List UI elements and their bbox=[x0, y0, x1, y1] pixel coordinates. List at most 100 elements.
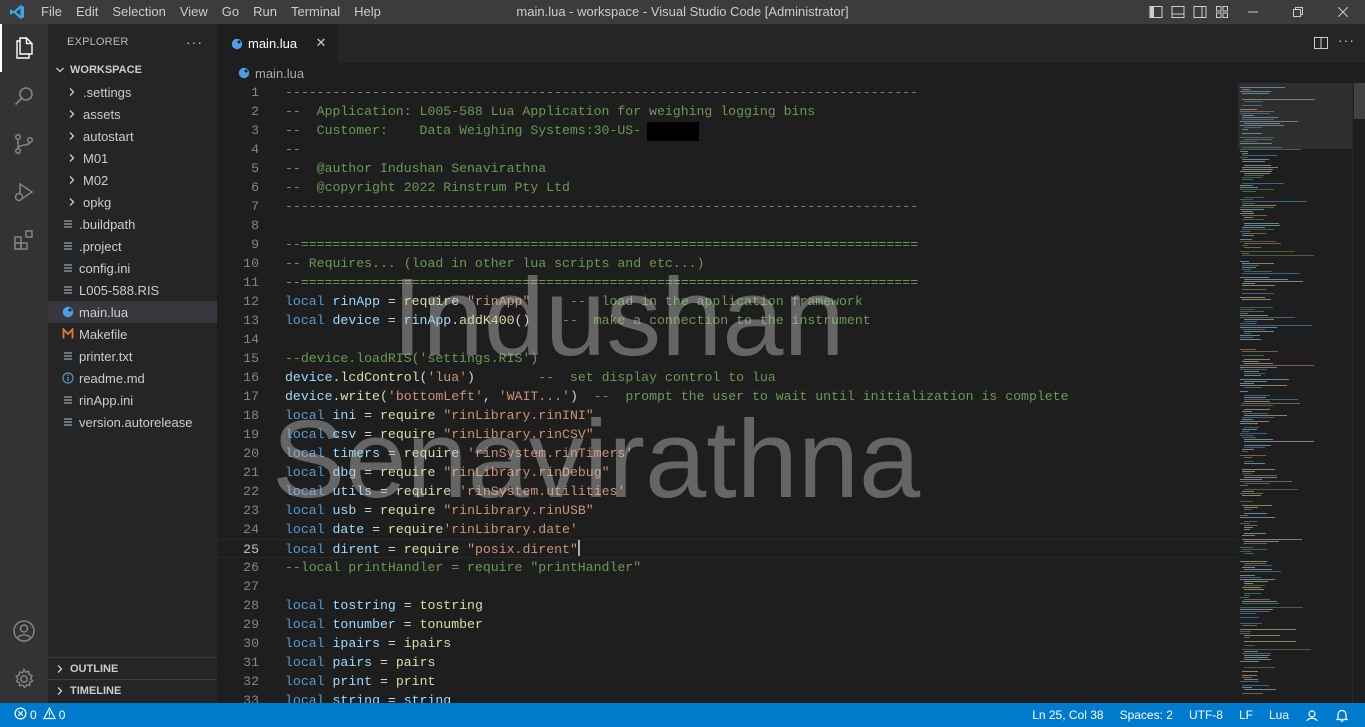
code-line[interactable]: 11 --====================================… bbox=[217, 273, 1238, 292]
code-line[interactable]: 27 bbox=[217, 577, 1238, 596]
menu-help[interactable]: Help bbox=[347, 0, 388, 24]
menu-run[interactable]: Run bbox=[246, 0, 284, 24]
explorer-more-button[interactable]: ··· bbox=[186, 34, 203, 50]
vertical-scrollbar[interactable] bbox=[1352, 83, 1365, 703]
close-icon[interactable]: ✕ bbox=[314, 36, 328, 50]
tree-item[interactable]: L005-588.RIS bbox=[48, 279, 217, 301]
source-control-activity-icon[interactable] bbox=[0, 120, 48, 168]
code-line[interactable]: 12 local rinApp = require "rinApp" -- loa… bbox=[217, 292, 1238, 311]
minimize-button[interactable] bbox=[1230, 0, 1275, 24]
code-line[interactable]: 1 ---------------------------------------… bbox=[217, 83, 1238, 102]
code-line[interactable]: 10 -- Requires... (load in other lua scri… bbox=[217, 254, 1238, 273]
run-debug-activity-icon[interactable] bbox=[0, 168, 48, 216]
timeline-section: TIMELINE bbox=[48, 679, 217, 702]
code-line[interactable]: 22 local utils = require 'rinSystem.utili… bbox=[217, 482, 1238, 501]
tree-item[interactable]: .project bbox=[48, 235, 217, 257]
tree-item[interactable]: main.lua bbox=[48, 301, 217, 323]
outline-section-header[interactable]: OUTLINE bbox=[48, 658, 217, 680]
toggle-secondary-sidebar-icon[interactable] bbox=[1192, 4, 1208, 20]
tab-main-lua[interactable]: main.lua ✕ bbox=[217, 24, 338, 63]
code-line[interactable]: 9 --=====================================… bbox=[217, 235, 1238, 254]
line-number: 31 bbox=[243, 655, 259, 670]
breadcrumb-file[interactable]: main.lua bbox=[255, 66, 304, 81]
code-line[interactable]: 20 local timers = require 'rinSystem.rinT… bbox=[217, 444, 1238, 463]
close-window-button[interactable] bbox=[1320, 0, 1365, 24]
cursor-position[interactable]: Ln 25, Col 38 bbox=[1024, 708, 1111, 722]
code-token: () bbox=[514, 313, 563, 328]
extensions-activity-icon[interactable] bbox=[0, 216, 48, 264]
code-line[interactable]: 5 -- @author Indushan Senavirathna bbox=[217, 159, 1238, 178]
indentation-setting[interactable]: Spaces: 2 bbox=[1112, 708, 1181, 722]
notifications-bell-icon[interactable] bbox=[1327, 708, 1357, 722]
code-line[interactable]: 14 bbox=[217, 330, 1238, 349]
code-line[interactable]: 6 -- @copyright 2022 Rinstrum Pty Ltd bbox=[217, 178, 1238, 197]
tree-item[interactable]: autostart bbox=[48, 125, 217, 147]
tree-item[interactable]: config.ini bbox=[48, 257, 217, 279]
code-line[interactable]: 13 local device = rinApp.addK400() -- mak… bbox=[217, 311, 1238, 330]
accounts-activity-icon[interactable] bbox=[0, 607, 48, 655]
redaction-block bbox=[647, 122, 699, 141]
line-number: 8 bbox=[251, 218, 259, 233]
menu-go[interactable]: Go bbox=[215, 0, 246, 24]
code-editor[interactable]: 33 local string = string 32 local print = p… bbox=[217, 83, 1238, 703]
code-line[interactable]: 29 local tonumber = tonumber bbox=[217, 615, 1238, 634]
tree-item[interactable]: readme.md bbox=[48, 367, 217, 389]
explorer-activity-icon[interactable] bbox=[0, 24, 48, 72]
code-line[interactable]: 21 local dbg = require "rinLibrary.rinDeb… bbox=[217, 463, 1238, 482]
code-line[interactable]: 30 local ipairs = ipairs bbox=[217, 634, 1238, 653]
tree-item[interactable]: M02 bbox=[48, 169, 217, 191]
tree-item[interactable]: .settings bbox=[48, 81, 217, 103]
menu-edit[interactable]: Edit bbox=[69, 0, 105, 24]
code-line[interactable]: 19 local csv = require "rinLibrary.rinCSV… bbox=[217, 425, 1238, 444]
encoding-setting[interactable]: UTF-8 bbox=[1181, 708, 1231, 722]
language-mode[interactable]: Lua bbox=[1261, 708, 1297, 722]
timeline-section-header[interactable]: TIMELINE bbox=[48, 680, 217, 702]
code-line[interactable]: 33 local string = string bbox=[217, 691, 1238, 703]
split-editor-icon[interactable] bbox=[1313, 35, 1329, 51]
tree-item[interactable]: M01 bbox=[48, 147, 217, 169]
code-line[interactable]: 3 -- Customer: Data Weighing Systems:30-U… bbox=[217, 121, 1238, 140]
tree-item[interactable]: .buildpath bbox=[48, 213, 217, 235]
minimap[interactable] bbox=[1238, 83, 1352, 703]
scrollbar-thumb[interactable] bbox=[1354, 83, 1365, 119]
toggle-primary-sidebar-icon[interactable] bbox=[1148, 4, 1164, 20]
tree-item[interactable]: rinApp.ini bbox=[48, 389, 217, 411]
search-activity-icon[interactable] bbox=[0, 72, 48, 120]
customize-layout-icon[interactable] bbox=[1214, 4, 1230, 20]
code-line[interactable]: 23 local usb = require "rinLibrary.rinUSB… bbox=[217, 501, 1238, 520]
code-token: local bbox=[285, 674, 325, 689]
code-line[interactable]: 2 -- Application: L005-588 Lua Applicatio… bbox=[217, 102, 1238, 121]
code-line[interactable]: 17 device.write('bottomLeft', 'WAIT...') … bbox=[217, 387, 1238, 406]
tree-item[interactable]: version.autorelease bbox=[48, 411, 217, 433]
menu-terminal[interactable]: Terminal bbox=[284, 0, 347, 24]
problems-indicator[interactable]: 0 0 bbox=[14, 703, 65, 727]
menu-file[interactable]: File bbox=[34, 0, 69, 24]
code-line[interactable]: 24 local date = require'rinLibrary.date' bbox=[217, 520, 1238, 539]
code-line[interactable]: 26 --local printHandler = require "printH… bbox=[217, 558, 1238, 577]
menu-selection[interactable]: Selection bbox=[105, 0, 172, 24]
code-line[interactable]: 15 --device.loadRIS('settings.RIS') bbox=[217, 349, 1238, 368]
code-line[interactable]: 16 device.lcdControl('lua') -- set displa… bbox=[217, 368, 1238, 387]
code-token: local bbox=[285, 446, 325, 461]
code-line[interactable]: 28 local tostring = tostring bbox=[217, 596, 1238, 615]
code-line[interactable]: 18 local ini = require "rinLibrary.rinINI… bbox=[217, 406, 1238, 425]
code-token: require bbox=[380, 427, 436, 442]
workspace-section-header[interactable]: WORKSPACE bbox=[48, 59, 217, 81]
manage-gear-icon[interactable] bbox=[0, 655, 48, 703]
code-line[interactable]: 32 local print = print bbox=[217, 672, 1238, 691]
tree-item[interactable]: opkg bbox=[48, 191, 217, 213]
menu-view[interactable]: View bbox=[173, 0, 215, 24]
toggle-panel-icon[interactable] bbox=[1170, 4, 1186, 20]
code-line[interactable]: 31 local pairs = pairs bbox=[217, 653, 1238, 672]
tree-item[interactable]: Makefile bbox=[48, 323, 217, 345]
tree-item[interactable]: printer.txt bbox=[48, 345, 217, 367]
code-line[interactable]: 8 bbox=[217, 216, 1238, 235]
code-line[interactable]: 4 -- bbox=[217, 140, 1238, 159]
code-line[interactable]: 25 local dirent = require "posix.dirent" bbox=[217, 539, 1238, 558]
eol-setting[interactable]: LF bbox=[1231, 708, 1261, 722]
restore-button[interactable] bbox=[1275, 0, 1320, 24]
tree-item[interactable]: assets bbox=[48, 103, 217, 125]
code-line[interactable]: 7 ---------------------------------------… bbox=[217, 197, 1238, 216]
editor-more-button[interactable]: ··· bbox=[1338, 32, 1355, 48]
feedback-icon[interactable] bbox=[1297, 708, 1327, 722]
